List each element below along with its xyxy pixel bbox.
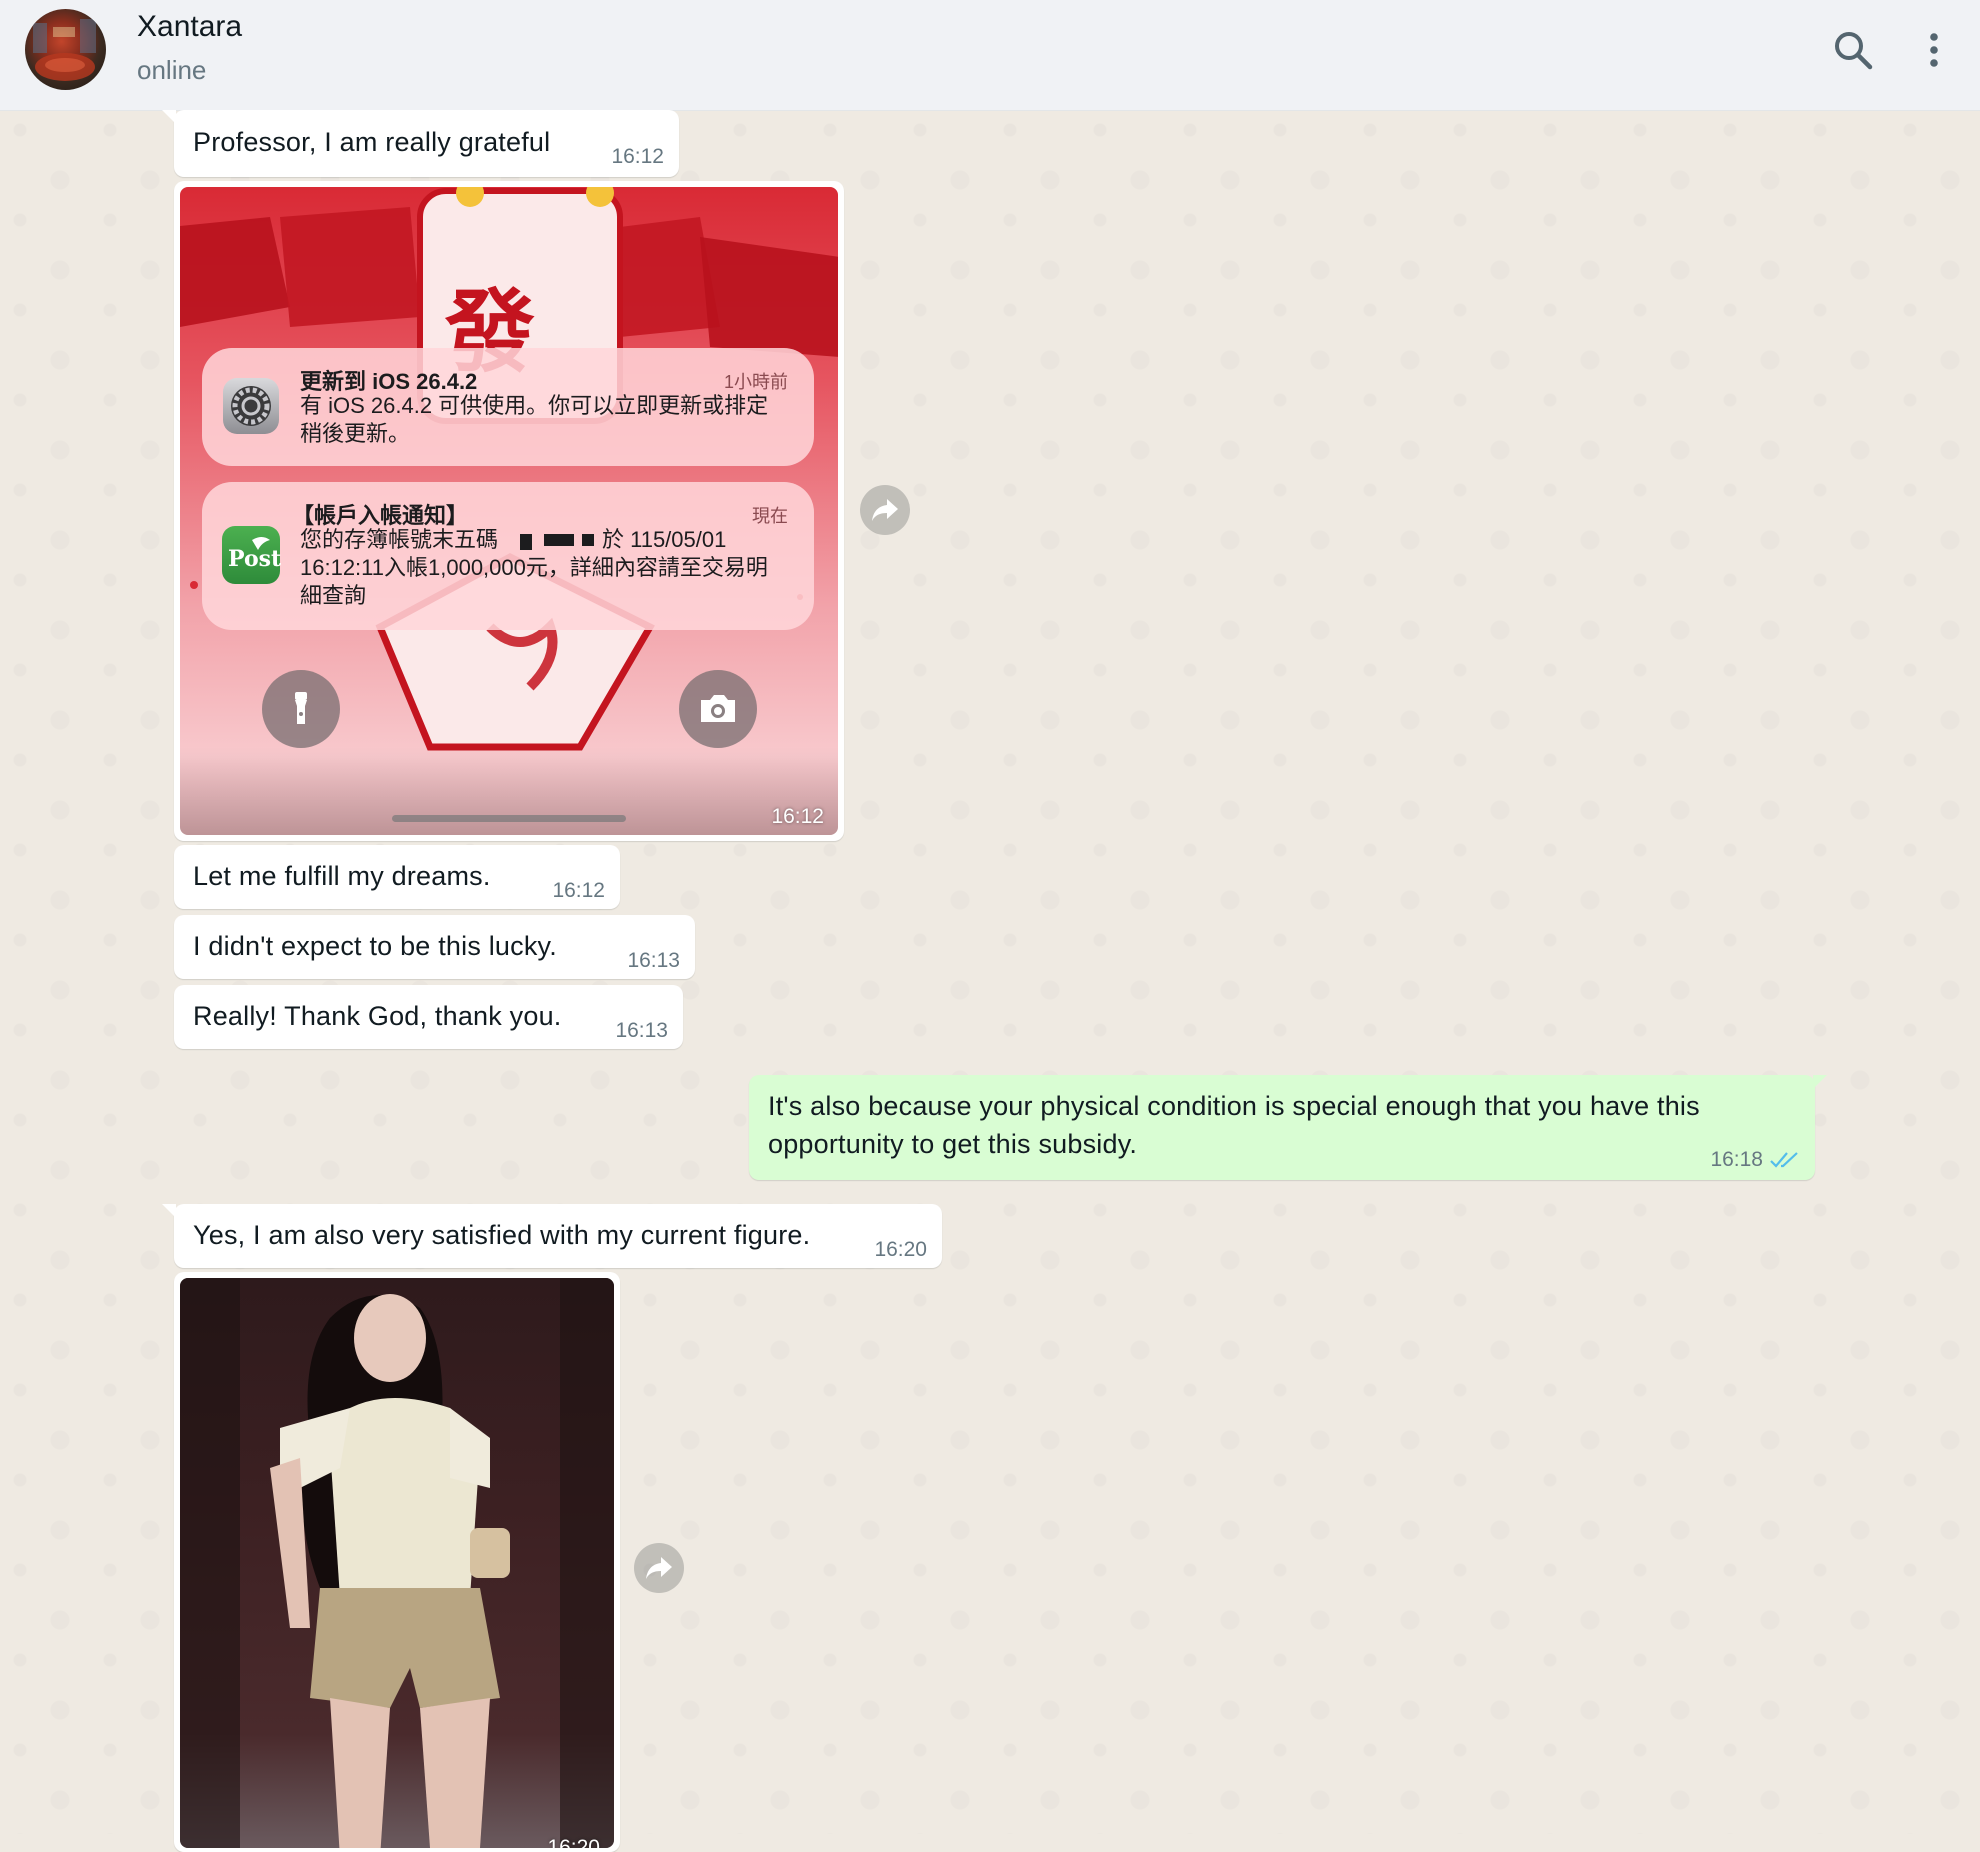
message-incoming[interactable]: Really! Thank God, thank you. 16:13 [174, 985, 683, 1049]
message-time: 16:12 [611, 145, 664, 168]
bubble-tail [162, 110, 176, 124]
ios-update-notification: 更新到 iOS 26.4.2 1小時前 有 iOS 26.4.2 可供使用。你可… [202, 348, 814, 466]
contact-name[interactable]: Xantara [137, 10, 242, 44]
notification-body-line: 稍後更新。 [300, 421, 411, 446]
notification-body-line: 有 iOS 26.4.2 可供使用。你可以立即更新或排定 [300, 393, 769, 418]
message-time: 16:12 [552, 879, 605, 902]
bubble-tail [1813, 1075, 1827, 1089]
message-text: Yes, I am also very satisfied with my cu… [193, 1220, 811, 1250]
forward-icon[interactable] [860, 485, 910, 535]
message-time: 16:18 [1710, 1148, 1763, 1171]
redaction-mark [582, 534, 594, 546]
search-icon[interactable] [1831, 28, 1875, 72]
notification-body-line: 於 115/05/01 [602, 527, 727, 552]
flashlight-icon [262, 670, 340, 748]
notification-time: 現在 [752, 506, 788, 526]
read-ticks-icon [1769, 1150, 1801, 1170]
message-time: 16:13 [627, 949, 680, 972]
bubble-tail [162, 1204, 176, 1218]
message-text-line: opportunity to get this subsidy. [768, 1129, 1138, 1159]
forward-icon[interactable] [634, 1543, 684, 1593]
message-time: 16:20 [874, 1238, 927, 1261]
chat-header[interactable]: Xantara online [0, 0, 1980, 111]
notification-body-line: 細查詢 [300, 583, 367, 608]
message-text: I didn't expect to be this lucky. [193, 931, 557, 961]
message-time: 16:13 [615, 1019, 668, 1042]
image-message[interactable]: 16:20 [174, 1272, 620, 1852]
message-text: Professor, I am really grateful [193, 127, 551, 157]
message-incoming[interactable]: Professor, I am really grateful 16:12 [162, 110, 679, 177]
message-time: 16:20 [547, 1836, 600, 1848]
message-time: 16:12 [771, 805, 824, 828]
notification-body-line: 16:12:11入帳1,000,000元，詳細內容請至交易明 [300, 555, 768, 580]
message-text: Let me fulfill my dreams. [193, 861, 491, 891]
message-text: Really! Thank God, thank you. [193, 1001, 562, 1031]
post-app-icon: Post [222, 526, 281, 584]
image-message[interactable]: 發 更新到 iOS 26.4.2 1小時前 有 iOS 26.4.2 可供使用。… [174, 181, 844, 841]
notification-body-line: 您的存簿帳號末五碼 [300, 527, 499, 552]
redaction-mark [520, 534, 532, 550]
shared-photo-image[interactable]: 16:20 [180, 1278, 614, 1848]
message-incoming[interactable]: Yes, I am also very satisfied with my cu… [162, 1204, 942, 1268]
redaction-mark [544, 534, 574, 546]
message-incoming[interactable]: I didn't expect to be this lucky. 16:13 [174, 915, 695, 979]
image-shade [180, 747, 838, 835]
contact-status: online [137, 55, 207, 85]
camera-icon [679, 670, 757, 748]
message-incoming[interactable]: Let me fulfill my dreams. 16:12 [174, 845, 620, 909]
message-outgoing[interactable]: It's also because your physical conditio… [749, 1075, 1827, 1180]
shared-screenshot-image[interactable]: 發 更新到 iOS 26.4.2 1小時前 有 iOS 26.4.2 可供使用。… [180, 187, 838, 835]
bank-deposit-notification: Post 【帳戶入帳通知】 現在 您的存簿帳號末五碼 於 115/05/01 1… [202, 482, 814, 630]
settings-gear-icon [223, 378, 279, 434]
notification-time: 1小時前 [723, 372, 788, 392]
avatar[interactable] [25, 9, 106, 90]
message-text-line: It's also because your physical conditio… [768, 1091, 1700, 1121]
more-vertical-icon[interactable] [1912, 28, 1956, 72]
photo-figure [180, 1278, 614, 1848]
